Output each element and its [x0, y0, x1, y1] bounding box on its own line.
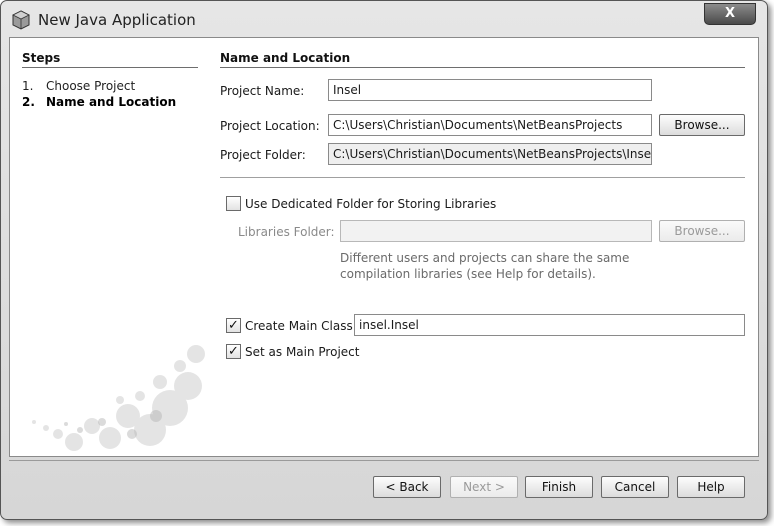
wizard-body: Steps 1. Choose Project 2. Name and Locati…: [9, 37, 759, 457]
window-title: New Java Application: [38, 11, 196, 29]
step-choose-project: 1. Choose Project: [22, 79, 135, 93]
wizard-window: New Java Application X Steps 1. Choose Pr…: [0, 0, 768, 520]
project-location-input[interactable]: C:\Users\Christian\Documents\NetBeansPro…: [328, 114, 652, 136]
title-bar[interactable]: New Java Application X: [1, 1, 767, 37]
libraries-folder-input[interactable]: [340, 220, 652, 242]
set-main-project-checkbox[interactable]: ✓: [226, 344, 241, 359]
close-button[interactable]: X: [704, 3, 756, 25]
browse-location-button[interactable]: Browse...: [659, 114, 745, 136]
steps-pane: Steps 1. Choose Project 2. Name and Locati…: [10, 38, 208, 456]
project-folder-label: Project Folder:: [220, 148, 306, 162]
close-icon: X: [724, 6, 736, 21]
footer-separator: [9, 460, 759, 461]
dedicated-folder-checkbox[interactable]: [226, 196, 241, 211]
libraries-help-note: Different users and projects can share t…: [340, 250, 640, 282]
project-location-label: Project Location:: [220, 119, 320, 133]
decorative-bubbles-image: [32, 345, 205, 451]
project-folder-field: C:\Users\Christian\Documents\NetBeansPro…: [328, 143, 652, 165]
section-divider: [220, 67, 745, 68]
create-main-class-label: Create Main Class: [245, 319, 353, 333]
libraries-folder-label: Libraries Folder:: [238, 225, 335, 239]
note-line: Different users and projects can share t…: [340, 251, 630, 265]
settings-panel: Name and Location Project Name: Insel Pr…: [208, 38, 758, 456]
check-mark-icon: ✓: [228, 318, 239, 333]
step-number: 1.: [22, 79, 34, 93]
step-label: Name and Location: [46, 95, 177, 109]
back-button[interactable]: < Back: [373, 476, 441, 498]
help-button[interactable]: Help: [677, 476, 745, 498]
main-class-input[interactable]: insel.Insel: [354, 314, 745, 336]
set-main-project-label: Set as Main Project: [245, 345, 360, 359]
section-separator: [220, 177, 745, 178]
finish-button[interactable]: Finish: [525, 476, 593, 498]
step-number: 2.: [22, 95, 35, 109]
check-mark-icon: ✓: [228, 344, 239, 359]
note-line: compilation libraries (see Help for deta…: [340, 267, 596, 281]
project-name-label: Project Name:: [220, 84, 305, 98]
project-name-input[interactable]: Insel: [328, 79, 652, 101]
steps-divider: [22, 67, 198, 68]
browse-libraries-button[interactable]: Browse...: [659, 220, 745, 242]
step-label: Choose Project: [46, 79, 136, 93]
dedicated-folder-label: Use Dedicated Folder for Storing Librari…: [245, 197, 497, 211]
create-main-class-checkbox[interactable]: ✓: [226, 318, 241, 333]
next-button[interactable]: Next >: [450, 476, 518, 498]
section-title: Name and Location: [220, 51, 351, 65]
step-name-and-location: 2. Name and Location: [22, 95, 176, 109]
steps-title: Steps: [22, 51, 61, 65]
cancel-button[interactable]: Cancel: [601, 476, 669, 498]
netbeans-cube-icon: [12, 10, 30, 30]
